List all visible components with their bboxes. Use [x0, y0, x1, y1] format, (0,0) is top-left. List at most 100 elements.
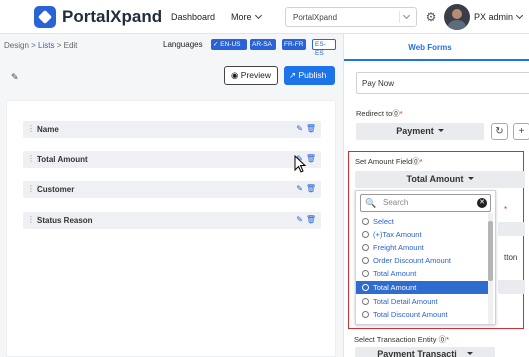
field-label: Customer [37, 185, 75, 194]
top-bar: PortalXpand Dashboard More PortalXpand ⚙… [0, 0, 529, 34]
field-row-total-amount[interactable]: ⋮⋮ Total Amount ✎ 🗑 [23, 151, 321, 168]
clear-icon[interactable]: ✕ [477, 198, 487, 208]
info-icon: ⓪ [412, 157, 420, 166]
nav-more-label: More [231, 12, 252, 22]
breadcrumb-design[interactable]: Design [4, 41, 29, 50]
tab-web-forms[interactable]: Web Forms [344, 34, 529, 61]
nav-dashboard[interactable]: Dashboard [171, 12, 215, 22]
breadcrumb: Design > Lists > Edit [4, 41, 78, 50]
search-icon: 🔍 [365, 198, 377, 208]
trash-icon[interactable]: 🗑 [306, 215, 316, 224]
app-select[interactable]: PortalXpand [285, 7, 417, 27]
add-icon[interactable]: + [513, 123, 529, 140]
amount-field-select-value: Total Amount [406, 174, 464, 184]
redirect-select[interactable]: Payment [356, 123, 484, 140]
avatar[interactable] [444, 4, 470, 30]
breadcrumb-edit: Edit [63, 41, 78, 50]
search-input[interactable]: Search [379, 198, 408, 207]
edit-icon[interactable]: ✎ [296, 215, 303, 224]
option-label: Total Amount [373, 283, 417, 292]
trash-icon[interactable]: 🗑 [306, 184, 316, 193]
dropdown-search[interactable]: 🔍 Search ✕ [360, 194, 491, 212]
logo-text: PortalXpand [62, 7, 163, 26]
dropdown-option[interactable]: Select [356, 215, 489, 228]
dropdown-option-selected[interactable]: Total Amount [356, 281, 489, 294]
app-select-value: PortalXpand [293, 13, 338, 22]
amount-field-select[interactable]: Total Amount [355, 171, 525, 188]
partial-select-2[interactable] [498, 280, 525, 294]
transaction-entity-select[interactable]: Payment Transacti [355, 347, 495, 357]
lang-fr-fr[interactable]: FR-FR [282, 39, 306, 50]
transaction-entity-label: Select Transaction Entity ⓪* [354, 335, 450, 344]
dropdown-option[interactable]: Total Detail Amount [356, 295, 489, 308]
redirect-label-text: Redirect to [356, 109, 393, 118]
field-row-status-reason[interactable]: ⋮⋮ Status Reason ✎ 🗑 [23, 212, 321, 229]
user-name: PX admin [474, 12, 514, 22]
dropdown-option[interactable]: (+)Tax Amount [356, 228, 489, 241]
lang-ar-sa[interactable]: AR-SA [250, 39, 276, 50]
amount-field-dropdown: 🔍 Search ✕ Select (+)Tax Amount Freight … [355, 190, 496, 325]
option-label: Total Amount [373, 269, 417, 278]
eye-icon: ◉ [231, 70, 239, 80]
caret-down-icon [467, 177, 474, 180]
radio-icon [362, 218, 369, 225]
edit-icon[interactable]: ✎ [296, 124, 303, 133]
option-label: Total Detail Amount [373, 297, 438, 306]
pencil-icon[interactable]: ✎ [11, 72, 19, 83]
transaction-entity-label-text: Select Transaction Entity [354, 335, 437, 344]
option-label: Select [373, 217, 394, 226]
preview-label: Preview [240, 70, 272, 80]
caret-down-icon [437, 129, 444, 132]
redirect-select-value: Payment [396, 126, 434, 136]
trash-icon[interactable]: 🗑 [306, 124, 316, 133]
lang-es-es[interactable]: ES-ES [312, 39, 336, 57]
amount-field-label: Set Amount Field⓪* [355, 157, 423, 166]
partial-select[interactable] [498, 222, 525, 236]
radio-icon [362, 257, 369, 264]
radio-icon [362, 244, 369, 251]
field-row-customer[interactable]: ⋮⋮ Customer ✎ 🗑 [23, 181, 321, 198]
dropdown-option[interactable]: Freight Amount [356, 241, 489, 254]
publish-label: Publish [298, 70, 327, 80]
radio-icon [362, 231, 369, 238]
dropdown-option[interactable]: Order Discount Amount [356, 254, 489, 267]
dropdown-option[interactable]: Total Discount Amount [356, 308, 489, 321]
logo-icon [34, 6, 56, 28]
dropdown-option[interactable]: Total Amount [356, 267, 489, 280]
mouse-cursor-icon [294, 155, 307, 173]
dropdown-scrollbar[interactable] [488, 213, 493, 324]
form-canvas: ⋮⋮ Name ✎ 🗑 ⋮⋮ Total Amount ✎ 🗑 ⋮⋮ Custo… [6, 100, 336, 357]
caret-down-icon [466, 352, 473, 355]
field-label: Name [37, 125, 59, 134]
partial-button-label: tton [504, 253, 518, 262]
option-label: Total Discount Amount [373, 310, 448, 319]
chevron-down-icon [515, 11, 524, 20]
radio-icon [362, 298, 369, 305]
logo[interactable]: PortalXpand [34, 6, 162, 28]
option-label: Freight Amount [373, 243, 424, 252]
field-label: Status Reason [37, 216, 93, 225]
breadcrumb-lists[interactable]: Lists [38, 41, 54, 50]
field-row-name[interactable]: ⋮⋮ Name ✎ 🗑 [23, 121, 321, 138]
button-text-input[interactable]: Pay Now [356, 72, 529, 94]
external-link-icon: ↗ [289, 70, 297, 80]
app-select-toggle[interactable] [399, 11, 412, 23]
info-icon: ⓪ [392, 109, 400, 118]
radio-icon [362, 311, 369, 318]
languages-label: Languages [163, 40, 203, 49]
redirect-label: Redirect to⓪* [356, 109, 403, 118]
nav-more[interactable]: More [231, 11, 262, 22]
preview-button[interactable]: ◉ Preview [224, 66, 278, 85]
edit-icon[interactable]: ✎ [296, 184, 303, 193]
radio-icon [362, 270, 369, 277]
gear-icon[interactable]: ⚙ [424, 10, 438, 24]
chevron-down-icon [254, 11, 262, 20]
transaction-entity-select-value: Payment Transacti [377, 349, 457, 357]
amount-field-label-text: Set Amount Field [355, 157, 413, 166]
refresh-icon[interactable]: ↻ [491, 123, 508, 140]
user-menu[interactable]: PX admin [474, 11, 524, 22]
lang-en-us[interactable]: ✓ EN-US [211, 39, 247, 50]
partial-required-mark: * [504, 205, 508, 214]
publish-button[interactable]: ↗ Publish [284, 66, 335, 85]
scrollbar-thumb[interactable] [488, 221, 493, 281]
